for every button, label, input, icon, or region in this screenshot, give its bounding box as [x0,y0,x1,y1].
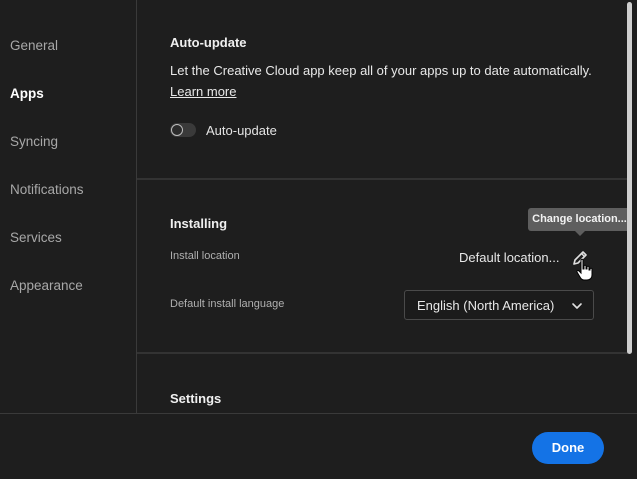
section-divider [137,178,628,180]
sidebar-item-notifications[interactable]: Notifications [10,182,84,197]
settings-sidebar: General Apps Syncing Notifications Servi… [0,0,137,413]
section-divider [137,352,628,354]
auto-update-description: Let the Creative Cloud app keep all of y… [170,63,592,78]
sidebar-item-syncing[interactable]: Syncing [10,134,58,149]
install-language-label: Default install language [170,298,285,310]
pencil-icon [573,251,587,265]
sidebar-item-apps[interactable]: Apps [10,86,44,101]
change-location-button[interactable] [570,248,590,268]
install-language-value: English (North America) [417,298,555,313]
done-button[interactable]: Done [532,432,604,464]
settings-title: Settings [170,391,222,406]
install-location-value: Default location... [459,250,560,265]
change-location-tooltip: Change location... [528,208,631,231]
vertical-scrollbar[interactable] [627,2,632,354]
tooltip-arrow [575,231,585,236]
apps-settings-panel: Auto-update Let the Creative Cloud app k… [137,0,637,413]
auto-update-title: Auto-update [170,35,247,50]
toggle-knob [171,124,183,136]
sidebar-item-general[interactable]: General [10,38,58,53]
sidebar-item-services[interactable]: Services [10,230,62,245]
sidebar-item-appearance[interactable]: Appearance [10,278,83,293]
dialog-footer: Done [0,413,637,479]
install-location-label: Install location [170,250,240,262]
install-language-select[interactable]: English (North America) [404,290,594,320]
chevron-down-icon [572,303,582,309]
installing-title: Installing [170,216,228,231]
learn-more-link[interactable]: Learn more [170,84,236,99]
auto-update-toggle-label: Auto-update [206,123,277,138]
auto-update-toggle[interactable] [170,123,196,137]
